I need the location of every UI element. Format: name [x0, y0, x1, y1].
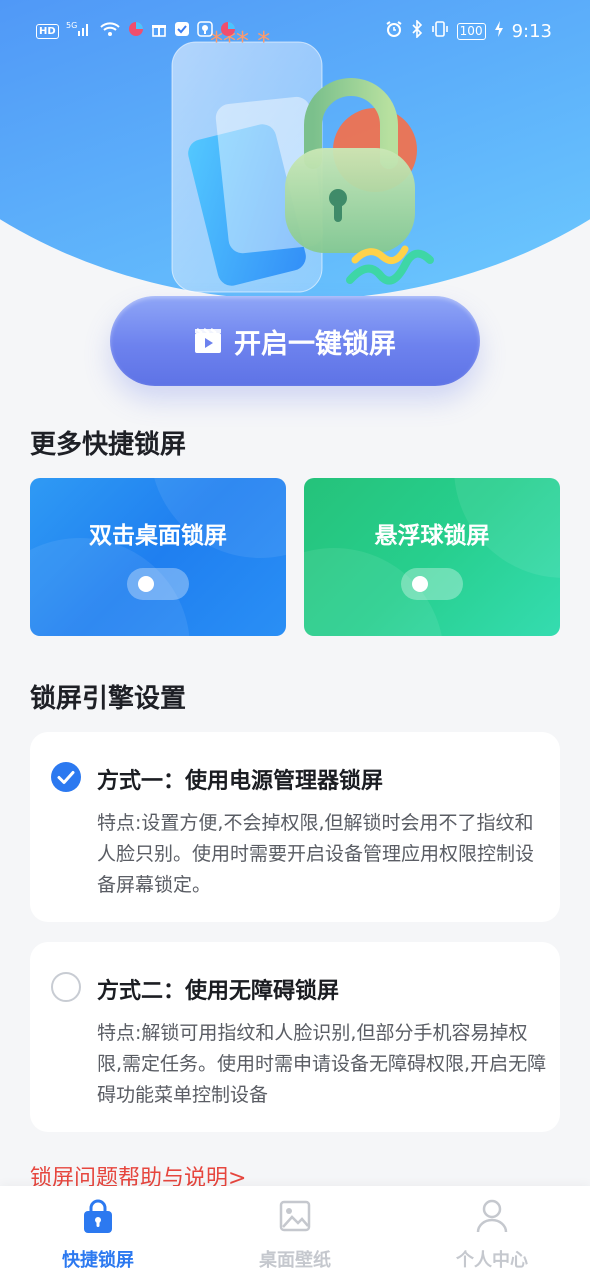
5g-label: 5G: [66, 21, 77, 30]
signal-icon: 5G: [66, 20, 92, 43]
engine-option-description: 特点:设置方便,不会掉权限,但解锁时会用不了指纹和人脸只别。使用时需要开启设备管…: [97, 812, 535, 896]
shield-app-icon: [174, 21, 190, 42]
status-left: HD 5G: [36, 20, 236, 43]
tab-label: 桌面壁纸: [259, 1250, 331, 1271]
status-bar: HD 5G 100 9:13: [0, 0, 590, 64]
engine-option-power-manager[interactable]: 方式一：使用电源管理器锁屏 特点:设置方便,不会掉权限,但解锁时会用不了指纹和人…: [30, 732, 560, 922]
floating-ball-lock-label: 悬浮球锁屏: [374, 523, 490, 549]
app-notification-icon: [220, 21, 236, 42]
video-play-icon: [195, 328, 221, 353]
hero-banner: *** * HD 5G 100 9:13: [0, 0, 590, 320]
more-quick-lock-title: 更多快捷锁屏: [30, 430, 187, 460]
toggle-knob: [138, 576, 154, 592]
charging-icon: [494, 20, 504, 43]
hd-badge: HD: [36, 24, 59, 39]
one-click-lock-button[interactable]: 开启一键锁屏: [110, 296, 480, 386]
tab-label: 个人中心: [456, 1250, 528, 1271]
double-tap-lock-label: 双击桌面锁屏: [89, 523, 227, 549]
clock: 9:13: [511, 21, 552, 42]
vibrate-icon: [431, 20, 449, 43]
lock-engine-settings-title: 锁屏引擎设置: [30, 684, 187, 714]
engine-option-accessibility[interactable]: 方式二：使用无障碍锁屏 特点:解锁可用指纹和人脸识别,但部分手机容易掉权限,需定…: [30, 942, 560, 1132]
gift-icon: [151, 21, 167, 42]
engine-option-title: 方式二：使用无障碍锁屏: [97, 979, 340, 1004]
floating-ball-lock-card[interactable]: 悬浮球锁屏: [304, 478, 560, 636]
bottom-tab-bar: 快捷锁屏 桌面壁纸 个人中心: [0, 1186, 590, 1278]
tab-quick-lock[interactable]: 快捷锁屏: [0, 1186, 196, 1278]
wifi-icon: [99, 20, 121, 43]
lock-icon: [84, 1199, 112, 1233]
engine-option-title: 方式一：使用电源管理器锁屏: [97, 769, 384, 794]
bluetooth-icon: [411, 19, 423, 43]
one-click-lock-label: 开启一键锁屏: [234, 328, 396, 360]
engine-option-description: 特点:解锁可用指纹和人脸识别,但部分手机容易掉权限,需定任务。使用时需申请设备无…: [97, 1022, 547, 1106]
bulb-icon: [196, 21, 213, 42]
alarm-icon: [385, 20, 403, 43]
toggle-knob: [412, 576, 428, 592]
status-right: 100 9:13: [385, 19, 552, 43]
lock-illustration: *** *: [171, 30, 434, 293]
app-notification-icon: [128, 21, 144, 42]
double-tap-lock-toggle[interactable]: [127, 568, 189, 600]
tab-label: 快捷锁屏: [62, 1250, 134, 1271]
radio-checked-icon[interactable]: [51, 762, 81, 792]
floating-ball-lock-toggle[interactable]: [401, 568, 463, 600]
battery-indicator: 100: [456, 23, 486, 40]
tab-profile[interactable]: 个人中心: [394, 1186, 590, 1278]
double-tap-lock-card[interactable]: 双击桌面锁屏: [30, 478, 286, 636]
radio-unchecked-icon[interactable]: [51, 972, 81, 1002]
tab-wallpaper[interactable]: 桌面壁纸: [197, 1186, 393, 1278]
image-icon: [279, 1200, 311, 1232]
person-icon: [476, 1199, 508, 1233]
